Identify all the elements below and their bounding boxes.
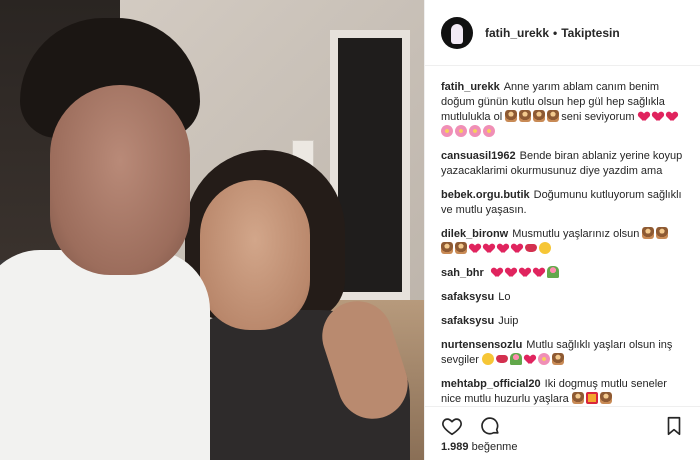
- comment-item: dilek_bironw Musmutlu yaşlarınız olsun: [441, 227, 684, 257]
- lips-emoji-icon: [525, 244, 537, 252]
- heart-emoji-icon: [469, 242, 481, 254]
- post-header: fatih_urekk • Takiptesin: [425, 0, 700, 66]
- comment-list: fatih_urekk Anne yarım ablam canım benim …: [425, 66, 700, 408]
- comment-bubble-icon[interactable]: [479, 415, 501, 437]
- comment-item: mehtabp_official20 Iki dogmuş mutlu senel…: [441, 377, 684, 407]
- photo-man-shirt: [0, 250, 210, 460]
- comment-username[interactable]: cansuasil1962: [441, 150, 516, 162]
- heart-emoji-icon: [652, 110, 664, 122]
- bouquet-emoji-icon: [509, 353, 522, 365]
- heart-emoji-icon: [491, 266, 503, 278]
- comment-item: fatih_urekk Anne yarım ablam canım benim …: [441, 80, 684, 140]
- comment-username[interactable]: safaksysu: [441, 291, 494, 303]
- avatar[interactable]: [441, 16, 473, 49]
- comment-username[interactable]: safaksysu: [441, 315, 494, 327]
- comment-username[interactable]: fatih_urekk: [441, 81, 500, 93]
- comment-text: Juip: [498, 315, 519, 327]
- flower-emoji-icon: [441, 125, 453, 137]
- heart-emoji-icon: [666, 110, 678, 122]
- heart-emoji-icon: [497, 242, 509, 254]
- comment-text: Musmutlu yaşlarınız olsun: [512, 228, 640, 240]
- comment-item: safaksysu Lo: [441, 290, 684, 305]
- heart-emoji-icon: [511, 242, 523, 254]
- post-photo[interactable]: [0, 0, 424, 460]
- heart-emoji-icon: [483, 242, 495, 254]
- cake-emoji-icon: [505, 110, 518, 122]
- comment-item: bebek.orgu.butik Doğumunu kutluyorum sağl…: [441, 188, 684, 218]
- cake-emoji-icon: [519, 110, 532, 122]
- cake-emoji-icon: [551, 353, 564, 365]
- lips-emoji-icon: [495, 355, 508, 363]
- post-side-panel: fatih_urekk • Takiptesin fatih_urekk Anne…: [424, 0, 700, 460]
- cake-emoji-icon: [599, 392, 612, 404]
- cake-emoji-icon: [455, 242, 467, 254]
- photo-woman-face: [200, 180, 310, 330]
- comment-username[interactable]: dilek_bironw: [441, 228, 508, 240]
- post-username[interactable]: fatih_urekk: [485, 26, 549, 40]
- likes-line[interactable]: 1.989 beğenme: [441, 441, 685, 453]
- heart-emoji-icon: [638, 110, 650, 122]
- cake-emoji-icon: [571, 392, 584, 404]
- heart-emoji-icon: [533, 266, 545, 278]
- flower-emoji-icon: [483, 125, 495, 137]
- likes-count: 1.989: [441, 441, 469, 453]
- cake-emoji-icon: [642, 227, 655, 239]
- post-actions: 1.989 beğenme: [425, 406, 700, 460]
- comment-item: safaksysu Juip: [441, 314, 684, 329]
- comment-username[interactable]: bebek.orgu.butik: [441, 189, 530, 201]
- likes-label: beğenme: [471, 441, 518, 453]
- comment-text: Lo: [498, 291, 511, 303]
- flower-emoji-icon: [537, 353, 550, 365]
- comment-username[interactable]: mehtabp_official20: [441, 378, 541, 390]
- heart-emoji-icon: [524, 353, 536, 365]
- comment-item: nurtensensozlu Mutlu sağlıklı yaşları ols…: [441, 338, 684, 368]
- cake-emoji-icon: [533, 110, 546, 122]
- smile-emoji-icon: [539, 242, 551, 254]
- gift-emoji-icon: [585, 392, 598, 404]
- heart-emoji-icon: [519, 266, 531, 278]
- cake-emoji-icon: [656, 227, 669, 239]
- heart-outline-icon[interactable]: [441, 415, 463, 437]
- flower-emoji-icon: [455, 125, 467, 137]
- cake-emoji-icon: [441, 242, 453, 254]
- bookmark-icon[interactable]: [663, 415, 685, 437]
- header-separator: •: [553, 25, 558, 40]
- photo-man-face: [50, 85, 190, 275]
- cake-emoji-icon: [547, 110, 560, 122]
- heart-emoji-icon: [505, 266, 517, 278]
- comment-username[interactable]: nurtensensozlu: [441, 339, 522, 351]
- smile-emoji-icon: [481, 353, 494, 365]
- comment-text-continued: seni seviyorum: [561, 111, 635, 123]
- comment-item: sah_bhr: [441, 266, 684, 281]
- comment-username[interactable]: sah_bhr: [441, 267, 484, 279]
- follow-status[interactable]: Takiptesin: [561, 26, 619, 40]
- comment-item: cansuasil1962 Bende biran ablaniz yerine …: [441, 149, 684, 179]
- flower-emoji-icon: [469, 125, 481, 137]
- bouquet-emoji-icon: [546, 266, 559, 278]
